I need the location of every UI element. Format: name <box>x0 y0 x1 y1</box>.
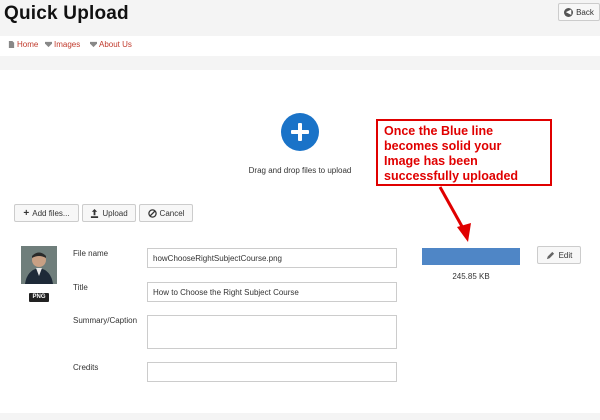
section-divider <box>0 56 600 70</box>
nav-item-home-label: Home <box>17 40 39 49</box>
credits-label: Credits <box>73 363 99 372</box>
dropzone-text: Drag and drop files to upload <box>248 166 352 175</box>
add-files-label: Add files... <box>32 208 70 218</box>
callout-arrow-icon <box>438 186 471 242</box>
plus-icon: + <box>23 207 30 219</box>
upload-button[interactable]: Upload <box>82 204 136 222</box>
about-icon <box>90 41 97 48</box>
image-thumbnail <box>21 246 57 284</box>
add-files-button[interactable]: + Add files... <box>14 204 79 222</box>
file-name-field[interactable] <box>147 248 397 268</box>
callout-line: becomes solid your <box>384 139 502 153</box>
title-label: Title <box>73 283 88 292</box>
back-button-label: Back <box>576 7 594 17</box>
summary-field[interactable] <box>147 315 397 349</box>
header-bar: Quick Upload ◀ Back <box>0 0 600 36</box>
upload-progress-bar <box>422 248 520 265</box>
nav-item-about-us[interactable]: About Us <box>90 40 132 49</box>
summary-label: Summary/Caption <box>73 316 138 325</box>
upload-label: Upload <box>102 208 128 218</box>
callout-line: Once the Blue line <box>384 124 494 138</box>
upload-icon <box>91 208 99 218</box>
nav-item-about-us-label: About Us <box>99 40 132 49</box>
callout-line: successfully uploaded <box>384 169 519 183</box>
instruction-callout: Once the Blue line becomes solid your Im… <box>376 119 552 186</box>
file-name-label: File name <box>73 249 109 258</box>
file-type-badge: PNG <box>29 293 49 302</box>
file-size: 245.85 KB <box>452 272 490 281</box>
plus-circle-icon[interactable] <box>281 113 319 151</box>
credits-field[interactable] <box>147 362 397 382</box>
edit-button[interactable]: Edit <box>537 246 581 264</box>
back-arrow-icon: ◀ <box>564 7 574 17</box>
edit-label: Edit <box>558 250 573 260</box>
page-title: Quick Upload <box>4 3 129 24</box>
pencil-icon <box>546 251 554 259</box>
callout-line: Image has been <box>384 154 478 168</box>
cancel-label: Cancel <box>159 208 185 218</box>
cancel-icon <box>147 208 157 218</box>
nav-item-images[interactable]: Images <box>45 40 80 49</box>
nav-bar: Home Images About Us <box>0 36 600 56</box>
images-icon <box>45 41 52 48</box>
nav-item-home[interactable]: Home <box>8 40 38 49</box>
upload-progress-fill <box>422 248 520 265</box>
nav-item-images-label: Images <box>54 40 81 49</box>
footer-band <box>0 413 600 420</box>
back-button[interactable]: ◀ Back <box>558 3 600 21</box>
cancel-button[interactable]: Cancel <box>139 204 193 222</box>
title-field[interactable] <box>147 282 397 302</box>
page-icon <box>8 41 15 48</box>
